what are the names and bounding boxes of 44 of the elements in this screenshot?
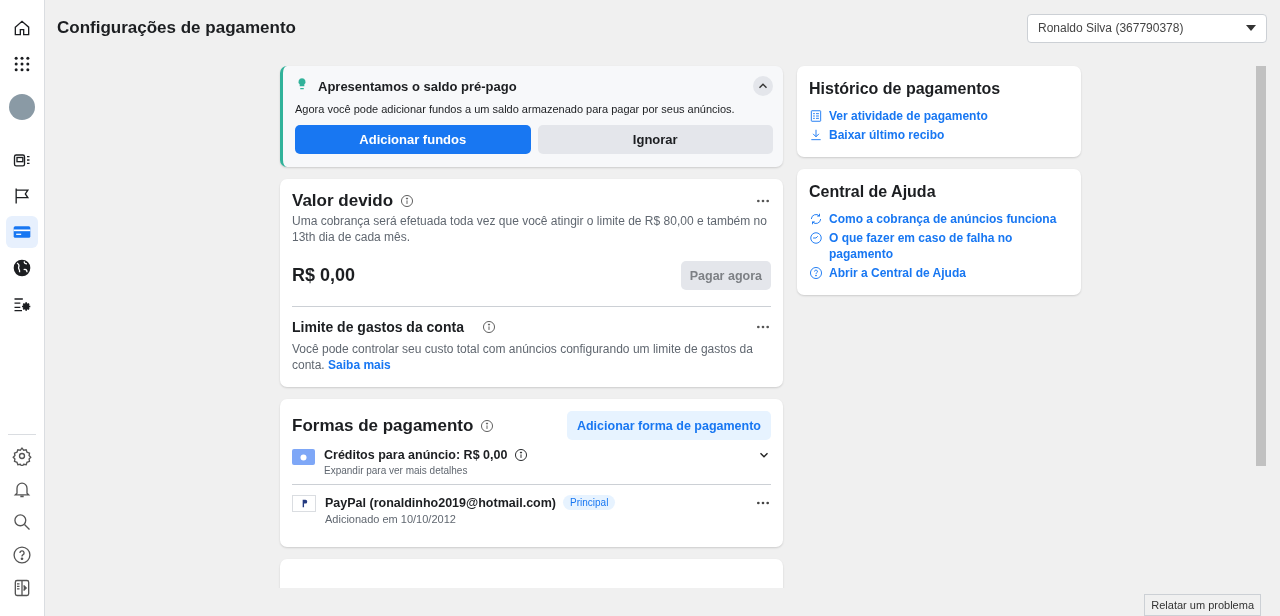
settings-icon [12,445,32,466]
help-icon [12,544,32,565]
link[interactable]: Como a cobrança de anúncios funciona [829,211,1057,227]
payment-method-subtitle: Expandir para ver mais detalhes [324,465,469,476]
home-icon [12,18,32,38]
card-title: Central de Ajuda [809,183,937,201]
search-icon [12,511,32,532]
primary-badge: Principal [563,495,616,510]
help-icon [809,266,823,280]
add-payment-method-button[interactable]: Adicionar forma de pagamento [566,411,771,440]
account-select[interactable]: Ronaldo Silva (367790378) [1027,13,1267,43]
promo-text: Agora você pode adicionar fundos a um saldo armazenado para pagar por seus anúncios. [295,103,736,115]
section-title: Formas de pagamento [292,415,474,436]
add-funds-button[interactable]: Adicionar fundos [295,125,531,154]
info-icon [400,194,415,208]
amount-due: R$ 0,00 [292,265,356,286]
description: Uma cobrança será efetuada toda vez que você atingir o limite de R$ 80,00 e também no 13th dia de cada mês. [292,213,768,245]
page-title: Configurações de pagamento [57,18,296,38]
learn-more-link[interactable]: Saiba mais [328,358,391,372]
payment-method-title: PayPal (ronaldinho2019@hotmail.com) [325,495,556,510]
download-icon [809,128,823,142]
payment-method-subtitle: Adicionado em 10/10/2012 [325,513,457,525]
link[interactable]: Baixar último recibo [829,127,945,143]
apps-grid-icon [12,54,32,74]
collapse-button[interactable] [753,76,773,96]
dismiss-button[interactable]: Ignorar [537,125,773,154]
card-title: Histórico de pagamentos [809,80,1002,98]
info-icon [480,418,495,433]
report-problem-button[interactable]: Relatar um problema [1144,594,1261,616]
section-title: Valor devido [292,191,394,211]
document-list-icon [809,109,823,123]
link[interactable]: Ver atividade de pagamento [829,108,988,124]
description: Você pode controlar seu custo total com anúncios configurando um limite de gastos da conta. Saiba mais [292,341,754,373]
caret-icon [1246,25,1256,31]
link[interactable]: Abrir a Central de Ajuda [829,265,966,281]
section-title: Limite de gastos da conta [292,319,464,335]
promo-title: Apresentamos o saldo pré-pago [318,78,518,94]
payment-method-title: Créditos para anúncio: R$ 0,00 [324,448,508,462]
info-icon [514,448,529,462]
info-icon [481,320,496,334]
link[interactable]: O que fazer em caso de falha no pagamento [829,230,1069,262]
panel-toggle-icon [12,577,32,598]
refresh-icon [809,212,823,226]
avatar-circle[interactable] [9,94,35,120]
